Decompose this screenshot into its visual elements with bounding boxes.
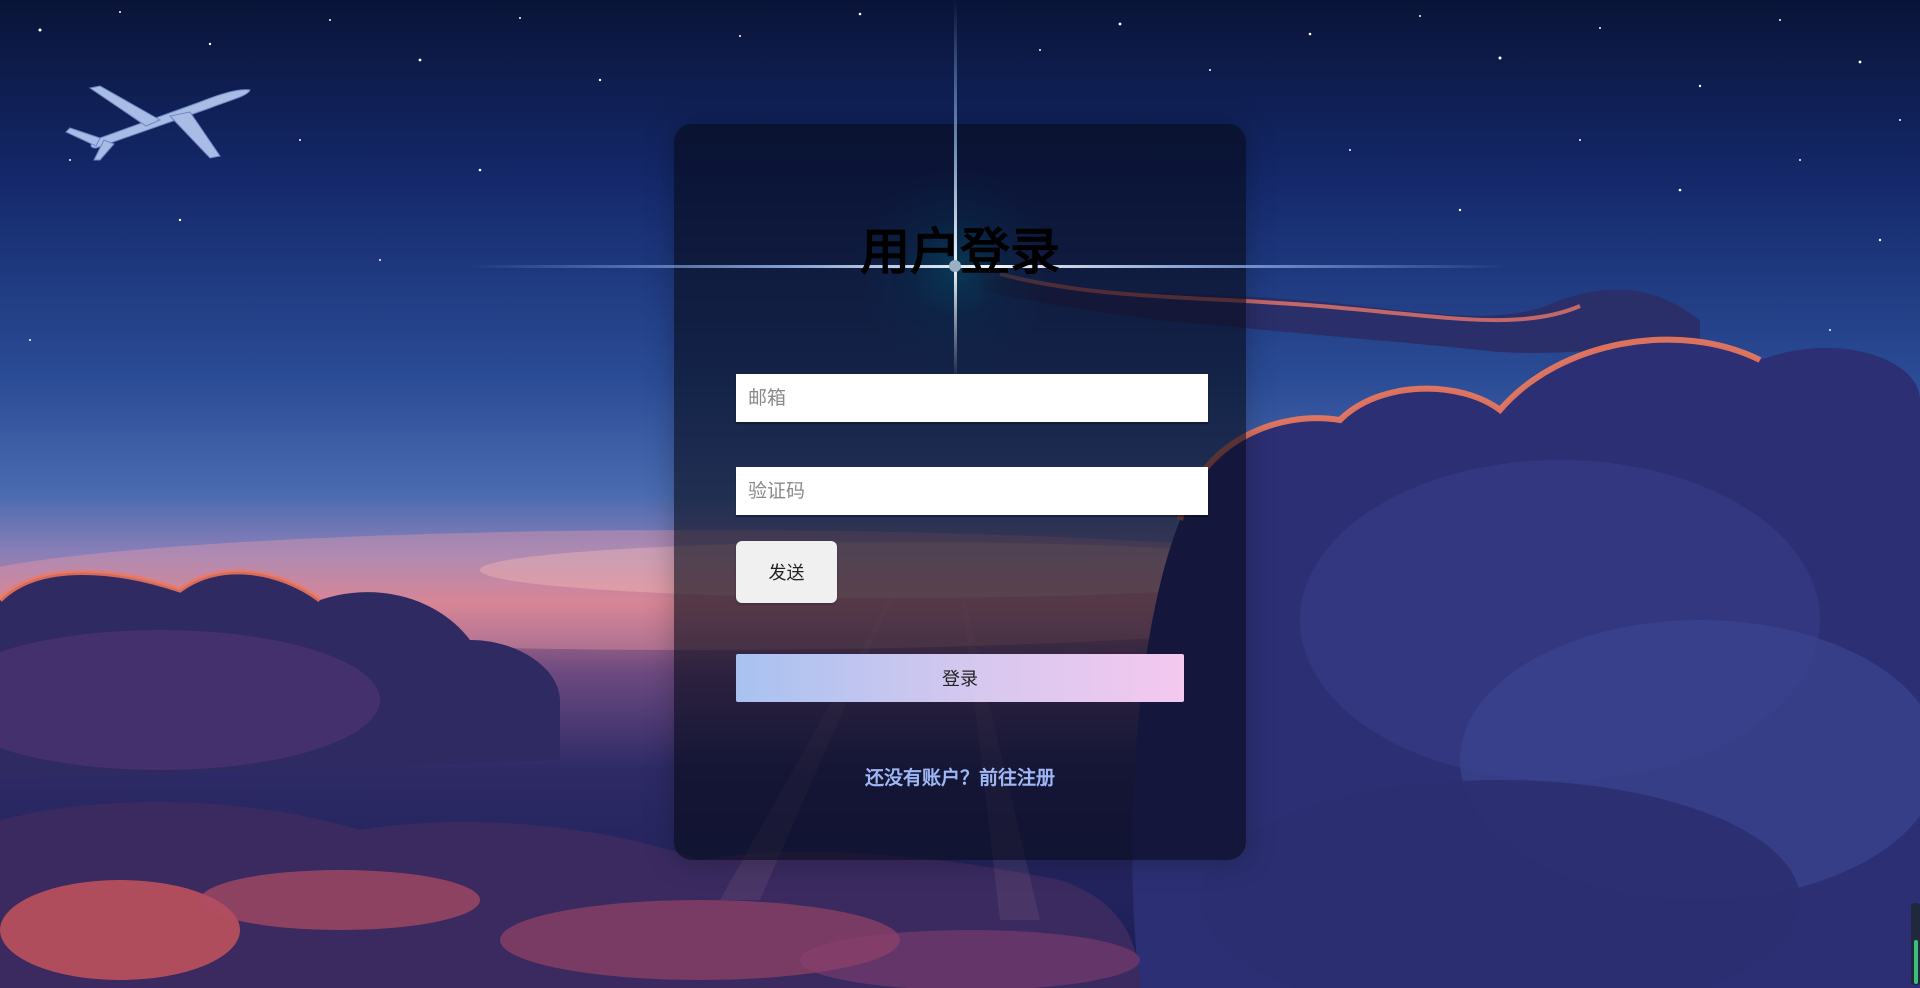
register-link[interactable]: 还没有账户？前往注册 — [674, 764, 1246, 792]
page-title: 用户登录 — [860, 223, 1060, 281]
airplane-icon — [65, 85, 251, 161]
scrollbar-indicator — [1914, 940, 1918, 984]
email-field[interactable] — [736, 374, 1208, 422]
verification-code-field[interactable] — [736, 467, 1208, 515]
send-code-button[interactable]: 发送 — [736, 541, 837, 603]
login-button[interactable]: 登录 — [736, 654, 1184, 702]
lens-flare-vertical — [954, 0, 957, 380]
